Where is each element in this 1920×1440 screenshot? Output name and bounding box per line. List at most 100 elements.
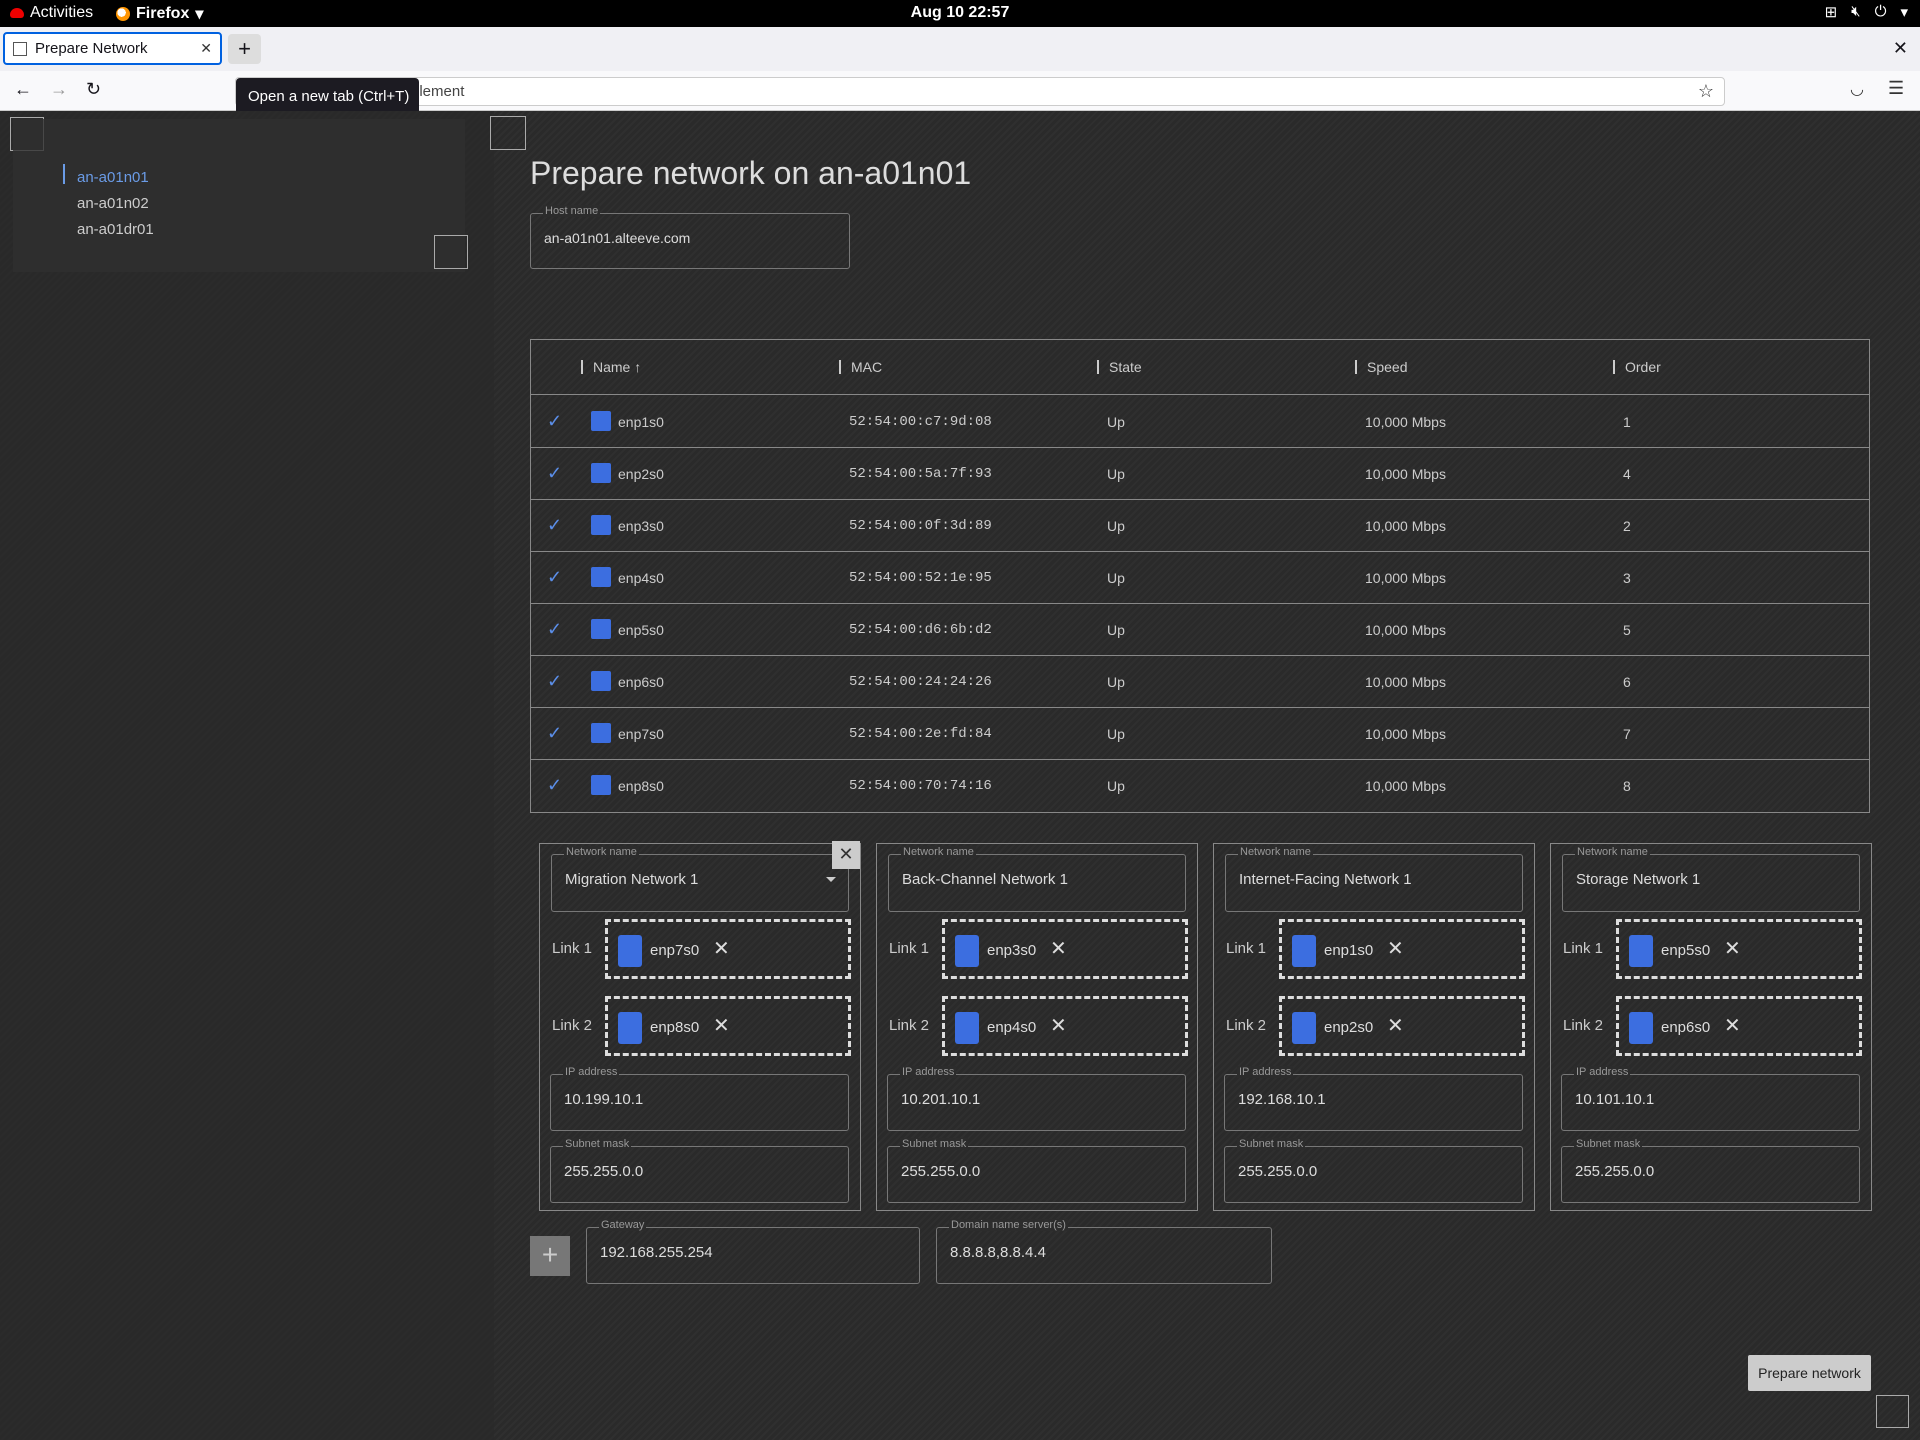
gateway-label: Gateway: [599, 1219, 647, 1231]
interface-chip-icon[interactable]: [618, 1012, 642, 1044]
interface-chip-icon[interactable]: [618, 935, 642, 967]
menu-hamburger-icon[interactable]: ☰: [1888, 78, 1904, 99]
ip-address-field[interactable]: IP address 192.168.10.1: [1224, 1066, 1523, 1131]
interface-chip-icon[interactable]: [955, 935, 979, 967]
interface-drag-handle-icon[interactable]: [591, 463, 611, 483]
network-name-field[interactable]: Network name Internet-Facing Network 1: [1225, 846, 1523, 912]
ip-address-label: IP address: [1237, 1066, 1294, 1078]
subnet-mask-field[interactable]: Subnet mask 255.255.0.0: [1561, 1138, 1860, 1203]
interface-drag-handle-icon[interactable]: [591, 411, 611, 431]
add-network-button[interactable]: +: [530, 1236, 570, 1276]
table-header: Name ↑ MAC State Speed Order: [531, 340, 1869, 395]
subnet-mask-field[interactable]: Subnet mask 255.255.0.0: [1224, 1138, 1523, 1203]
interface-chip-icon[interactable]: [1292, 1012, 1316, 1044]
ip-address-field[interactable]: IP address 10.199.10.1: [550, 1066, 849, 1131]
interface-chip-icon[interactable]: [955, 1012, 979, 1044]
dns-field[interactable]: Domain name server(s) 8.8.8.8,8.8.4.4: [936, 1219, 1272, 1284]
cell-speed: 10,000 Mbps: [1365, 674, 1446, 690]
table-row[interactable]: ✓ enp8s0 52:54:00:70:74:16 Up 10,000 Mbps 8: [531, 760, 1869, 812]
tab-prepare-network[interactable]: Prepare Network ✕: [3, 32, 222, 65]
link1-dropzone[interactable]: enp5s0 ✕: [1616, 919, 1862, 979]
column-header-speed[interactable]: Speed: [1355, 360, 1407, 374]
cell-state: Up: [1107, 726, 1125, 742]
tab-strip: Prepare Network ✕ + ✕: [0, 27, 1920, 71]
url-bar[interactable]: element ☆: [235, 77, 1725, 106]
interface-drag-handle-icon[interactable]: [591, 671, 611, 691]
node-item-an-a01n02[interactable]: an-a01n02: [77, 195, 149, 212]
remove-link2-icon[interactable]: ✕: [713, 1013, 730, 1038]
link1-dropzone[interactable]: enp7s0 ✕: [605, 919, 851, 979]
node-list-corner-box[interactable]: [434, 235, 468, 269]
network-name-field[interactable]: Network name Storage Network 1: [1562, 846, 1860, 912]
link2-dropzone[interactable]: enp4s0 ✕: [942, 996, 1188, 1056]
subnet-mask-field[interactable]: Subnet mask 255.255.0.0: [887, 1138, 1186, 1203]
table-row[interactable]: ✓ enp5s0 52:54:00:d6:6b:d2 Up 10,000 Mbps 5: [531, 604, 1869, 656]
interface-drag-handle-icon[interactable]: [591, 567, 611, 587]
table-row[interactable]: ✓ enp1s0 52:54:00:c7:9d:08 Up 10,000 Mbps 1: [531, 396, 1869, 448]
remove-network-button[interactable]: ✕: [832, 841, 860, 869]
column-header-state[interactable]: State: [1097, 360, 1142, 374]
ip-address-field[interactable]: IP address 10.101.10.1: [1561, 1066, 1860, 1131]
bookmark-star-icon[interactable]: ☆: [1698, 81, 1714, 102]
column-header-order[interactable]: Order: [1613, 360, 1661, 374]
link2-dropzone[interactable]: enp8s0 ✕: [605, 996, 851, 1056]
checkmark-icon: ✓: [547, 515, 563, 535]
forward-arrow-icon[interactable]: →: [50, 79, 68, 100]
main-corner-box[interactable]: [490, 116, 526, 150]
table-row[interactable]: ✓ enp3s0 52:54:00:0f:3d:89 Up 10,000 Mbps 2: [531, 500, 1869, 552]
clock[interactable]: Aug 10 22:57: [0, 4, 1920, 22]
table-row[interactable]: ✓ enp7s0 52:54:00:2e:fd:84 Up 10,000 Mbps 7: [531, 708, 1869, 760]
cell-order: 2: [1623, 518, 1631, 534]
column-header-name[interactable]: Name ↑: [581, 360, 641, 374]
gateway-field[interactable]: Gateway 192.168.255.254: [586, 1219, 920, 1284]
interface-drag-handle-icon[interactable]: [591, 723, 611, 743]
link2-interface-name: enp2s0: [1324, 1019, 1374, 1036]
remove-link1-icon[interactable]: ✕: [1387, 936, 1404, 961]
node-item-an-a01n01[interactable]: an-a01n01: [77, 169, 149, 186]
window-close-icon[interactable]: ✕: [1893, 38, 1908, 59]
link1-dropzone[interactable]: enp3s0 ✕: [942, 919, 1188, 979]
interface-chip-icon[interactable]: [1629, 1012, 1653, 1044]
ip-address-field[interactable]: IP address 10.201.10.1: [887, 1066, 1186, 1131]
checkmark-icon: ✓: [547, 619, 563, 639]
prepare-network-button[interactable]: Prepare network: [1748, 1355, 1871, 1391]
link1-dropzone[interactable]: enp1s0 ✕: [1279, 919, 1525, 979]
url-text: element: [411, 83, 465, 100]
remove-link2-icon[interactable]: ✕: [1050, 1013, 1067, 1038]
interface-chip-icon[interactable]: [1292, 935, 1316, 967]
table-row[interactable]: ✓ enp6s0 52:54:00:24:24:26 Up 10,000 Mbps 6: [531, 656, 1869, 708]
cell-name: enp1s0: [618, 414, 664, 430]
remove-link1-icon[interactable]: ✕: [1724, 936, 1741, 961]
network-name-label: Network name: [564, 846, 639, 858]
activities-button[interactable]: Activities: [10, 4, 93, 22]
reload-icon[interactable]: ↻: [86, 79, 101, 100]
host-name-field[interactable]: Host name an-a01n01.alteeve.com: [530, 205, 850, 269]
dropdown-arrow-icon[interactable]: [826, 877, 836, 882]
link2-dropzone[interactable]: enp2s0 ✕: [1279, 996, 1525, 1056]
column-header-mac[interactable]: MAC: [839, 360, 882, 374]
new-tab-button[interactable]: +: [228, 34, 261, 64]
network-name-field[interactable]: Network name Migration Network 1: [551, 846, 849, 912]
interface-drag-handle-icon[interactable]: [591, 619, 611, 639]
remove-link1-icon[interactable]: ✕: [713, 936, 730, 961]
node-item-an-a01dr01[interactable]: an-a01dr01: [77, 221, 154, 238]
table-row[interactable]: ✓ enp2s0 52:54:00:5a:7f:93 Up 10,000 Mbps 4: [531, 448, 1869, 500]
bottom-right-corner-box[interactable]: [1876, 1395, 1909, 1428]
interface-chip-icon[interactable]: [1629, 935, 1653, 967]
remove-link2-icon[interactable]: ✕: [1387, 1013, 1404, 1038]
system-status-area[interactable]: ⊞ 🔇︎ ⏻ ▾: [1825, 3, 1908, 21]
network-name-field[interactable]: Network name Back-Channel Network 1: [888, 846, 1186, 912]
firefox-app-menu[interactable]: Firefox ▾: [116, 4, 203, 24]
pocket-icon[interactable]: ◡: [1850, 79, 1864, 99]
back-arrow-icon[interactable]: ←: [14, 79, 32, 100]
network-card: Network name Storage Network 1 Link 1 enp5s…: [1550, 843, 1872, 1211]
close-tab-icon[interactable]: ✕: [200, 40, 212, 57]
table-row[interactable]: ✓ enp4s0 52:54:00:52:1e:95 Up 10,000 Mbps 3: [531, 552, 1869, 604]
interface-drag-handle-icon[interactable]: [591, 515, 611, 535]
link2-dropzone[interactable]: enp6s0 ✕: [1616, 996, 1862, 1056]
subnet-mask-field[interactable]: Subnet mask 255.255.0.0: [550, 1138, 849, 1203]
link1-interface-name: enp5s0: [1661, 942, 1711, 959]
remove-link1-icon[interactable]: ✕: [1050, 936, 1067, 961]
remove-link2-icon[interactable]: ✕: [1724, 1013, 1741, 1038]
interface-drag-handle-icon[interactable]: [591, 775, 611, 795]
